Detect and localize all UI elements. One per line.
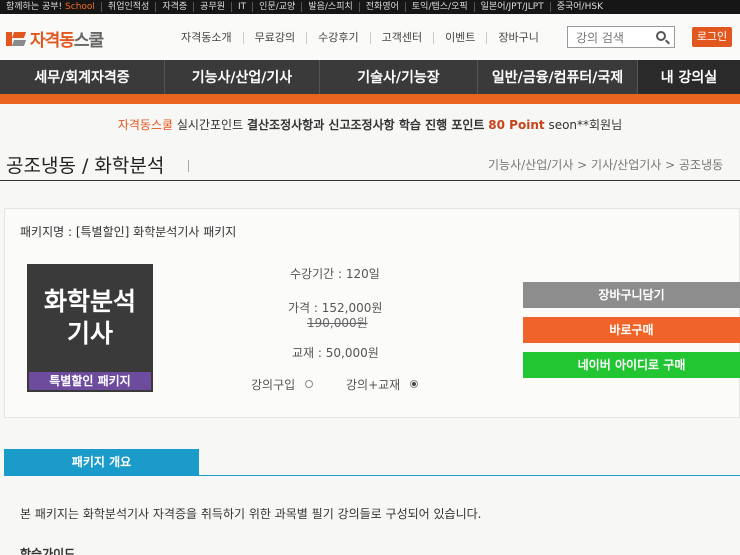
tab-package-overview[interactable]: 패키지 개요 bbox=[4, 449, 199, 475]
textbook-price: 교재 : 50,000원 bbox=[292, 346, 379, 360]
title-rule bbox=[0, 180, 740, 181]
logo-sub-text: 스쿨 bbox=[73, 31, 104, 51]
logo-text: 자격동스쿨 bbox=[30, 26, 104, 51]
nav-reviews[interactable]: 수강후기 bbox=[307, 32, 371, 44]
point-value: 80 Point bbox=[488, 118, 545, 132]
buy-now-button[interactable]: 바로구매 bbox=[523, 317, 740, 343]
title-divider bbox=[188, 160, 189, 172]
top-link-chinese[interactable]: 중국어/HSK bbox=[551, 2, 609, 12]
top-link-school[interactable]: School bbox=[65, 2, 95, 12]
thumbnail-title-line2: 기사 bbox=[66, 319, 113, 348]
header-nav: 자격동소개 무료강의 수강후기 고객센터 이벤트 장바구니 bbox=[170, 32, 550, 44]
study-guide-heading: 학습가이드 bbox=[20, 547, 76, 555]
study-period: 수강기간 : 120일 bbox=[290, 267, 380, 281]
category-underline bbox=[0, 94, 740, 104]
overview-text: 본 패키지는 화학분석기사 자격증을 취득하기 위한 과목별 필기 강의들로 구… bbox=[20, 507, 482, 521]
package-thumbnail: 화학분석 기사 특별할인 패키지 bbox=[27, 264, 153, 392]
category-my-classroom[interactable]: 내 강의실 bbox=[638, 60, 740, 94]
page-title: 공조냉동 / 화학분석 bbox=[6, 155, 165, 177]
top-link-career[interactable]: 취업인적성 bbox=[102, 2, 157, 12]
nav-free-lectures[interactable]: 무료강의 bbox=[244, 32, 308, 44]
overview-rule bbox=[4, 475, 740, 476]
nav-events[interactable]: 이벤트 bbox=[434, 32, 488, 44]
original-price: 190,000원 bbox=[307, 316, 368, 330]
category-general-finance[interactable]: 일반/금융/컴퓨터/국제 bbox=[478, 60, 638, 94]
nav-about[interactable]: 자격동소개 bbox=[170, 32, 244, 44]
package-name: 패키지명 : [특별할인] 화학분석기사 패키지 bbox=[20, 225, 237, 239]
category-tax-accounting[interactable]: 세무/회계자격증 bbox=[0, 60, 165, 94]
top-link-civil[interactable]: 공무원 bbox=[194, 2, 233, 12]
top-link-it[interactable]: IT bbox=[232, 2, 254, 12]
point-label: 실시간포인트 bbox=[176, 118, 244, 132]
thumbnail-title-line1: 화학분석 bbox=[43, 287, 136, 316]
naver-buy-button[interactable]: 네이버 아이디로 구매 bbox=[523, 352, 740, 378]
option-lecture-book-label: 강의+교재 bbox=[346, 378, 401, 392]
top-link-license[interactable]: 자격증 bbox=[156, 2, 195, 12]
nav-customer-center[interactable]: 고객센터 bbox=[371, 32, 435, 44]
logo-icon bbox=[6, 30, 27, 48]
top-link-humanities[interactable]: 인문/교양 bbox=[253, 2, 303, 12]
thumbnail-title: 화학분석 기사 bbox=[27, 286, 153, 350]
point-message: 결산조정사항과 신고조정사항 학습 진행 포인트 bbox=[246, 118, 485, 132]
point-site-name: 자격동스쿨 bbox=[117, 118, 174, 132]
top-link-together[interactable]: 함께하는 공부! School bbox=[0, 2, 102, 12]
login-button[interactable]: 로그인 bbox=[692, 27, 732, 47]
breadcrumb: 기능사/산업/기사 > 기사/산업기사 > 공조냉동 bbox=[488, 158, 724, 172]
logo-main-text: 자격동 bbox=[30, 31, 75, 51]
site-logo[interactable]: 자격동스쿨 bbox=[6, 26, 104, 51]
thumbnail-badge: 특별할인 패키지 bbox=[29, 372, 151, 390]
top-link-bar: 함께하는 공부! School 취업인적성 자격증 공무원 IT 인문/교양 발… bbox=[0, 0, 740, 14]
top-link-speech[interactable]: 발음/스피치 bbox=[302, 2, 360, 12]
realtime-point-bar: 자격동스쿨 실시간포인트 결산조정사항과 신고조정사항 학습 진행 포인트 80… bbox=[0, 116, 740, 133]
category-nav: 세무/회계자격증 기능사/산업/기사 기술사/기능장 일반/금융/컴퓨터/국제 … bbox=[0, 60, 740, 94]
option-lecture-radio[interactable] bbox=[305, 380, 313, 388]
point-user: seon**회원님 bbox=[548, 118, 623, 132]
site-header: 자격동스쿨 자격동소개 무료강의 수강후기 고객센터 이벤트 장바구니 로그인 bbox=[0, 14, 740, 60]
search-icon[interactable] bbox=[656, 31, 666, 41]
option-lecture-book-radio[interactable] bbox=[410, 380, 418, 388]
top-link-japanese[interactable]: 일본어/JPT/JLPT bbox=[475, 2, 551, 12]
option-lecture-label: 강의구입 bbox=[251, 378, 296, 392]
nav-cart[interactable]: 장바구니 bbox=[487, 32, 549, 44]
top-link-label: 함께하는 공부! bbox=[6, 2, 63, 12]
top-link-toeic[interactable]: 토익/텝스/오픽 bbox=[406, 2, 475, 12]
search-input[interactable] bbox=[568, 28, 652, 48]
top-link-phone-english[interactable]: 전화영어 bbox=[360, 2, 406, 12]
category-craftsman-engineer[interactable]: 기능사/산업/기사 bbox=[165, 60, 320, 94]
category-professional-engineer[interactable]: 기술사/기능장 bbox=[320, 60, 478, 94]
add-to-cart-button[interactable]: 장바구니담기 bbox=[523, 282, 740, 308]
search-box bbox=[567, 26, 675, 48]
